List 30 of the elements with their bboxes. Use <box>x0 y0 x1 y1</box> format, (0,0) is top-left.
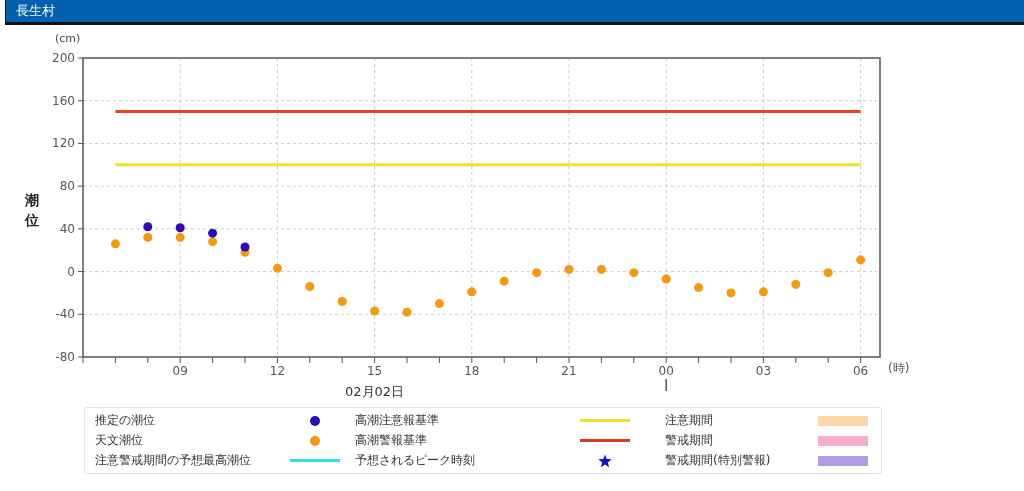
y-tick-label: 0 <box>67 264 75 279</box>
legend-label: 推定の潮位 <box>95 412 156 429</box>
legend-label: 高潮注意報基準 <box>355 412 440 429</box>
x-tick-label: 21 <box>561 364 577 378</box>
y-tick-label: 120 <box>52 136 75 151</box>
y-axis-title: 潮位 <box>25 192 39 228</box>
x-unit-label: (時) <box>888 361 910 375</box>
y-tick-label: -80 <box>55 350 75 364</box>
y-unit-label: (cm) <box>55 32 81 45</box>
x-tick-label: 18 <box>464 364 480 378</box>
date-label: 02月02日 <box>345 384 405 399</box>
legend-label: 注意期間 <box>665 412 714 429</box>
legend-label: 予想されるピーク時刻 <box>355 452 476 469</box>
x-tick-label: 06 <box>852 364 869 378</box>
legend-label: 注意警戒期間の予想最高潮位 <box>95 452 252 469</box>
x-tick-label: 00 <box>658 364 674 378</box>
legend-label: 警戒期間(特別警報) <box>665 452 772 469</box>
y-tick-label: -40 <box>55 307 75 322</box>
legend-label: 高潮警報基準 <box>355 432 428 449</box>
legend-label: 天文潮位 <box>95 432 144 449</box>
station-title: 長生村 <box>16 2 55 20</box>
x-tick-label: 15 <box>366 364 383 378</box>
legend-label: 警戒期間 <box>665 432 714 449</box>
y-tick-label: 80 <box>59 179 75 194</box>
x-tick-label: 03 <box>755 364 772 378</box>
y-tick-label: 160 <box>52 93 75 108</box>
y-tick-label: 200 <box>52 51 75 65</box>
y-tick-label: 40 <box>59 221 75 236</box>
x-tick-label: 12 <box>269 364 286 378</box>
x-tick-label: 09 <box>172 364 188 378</box>
